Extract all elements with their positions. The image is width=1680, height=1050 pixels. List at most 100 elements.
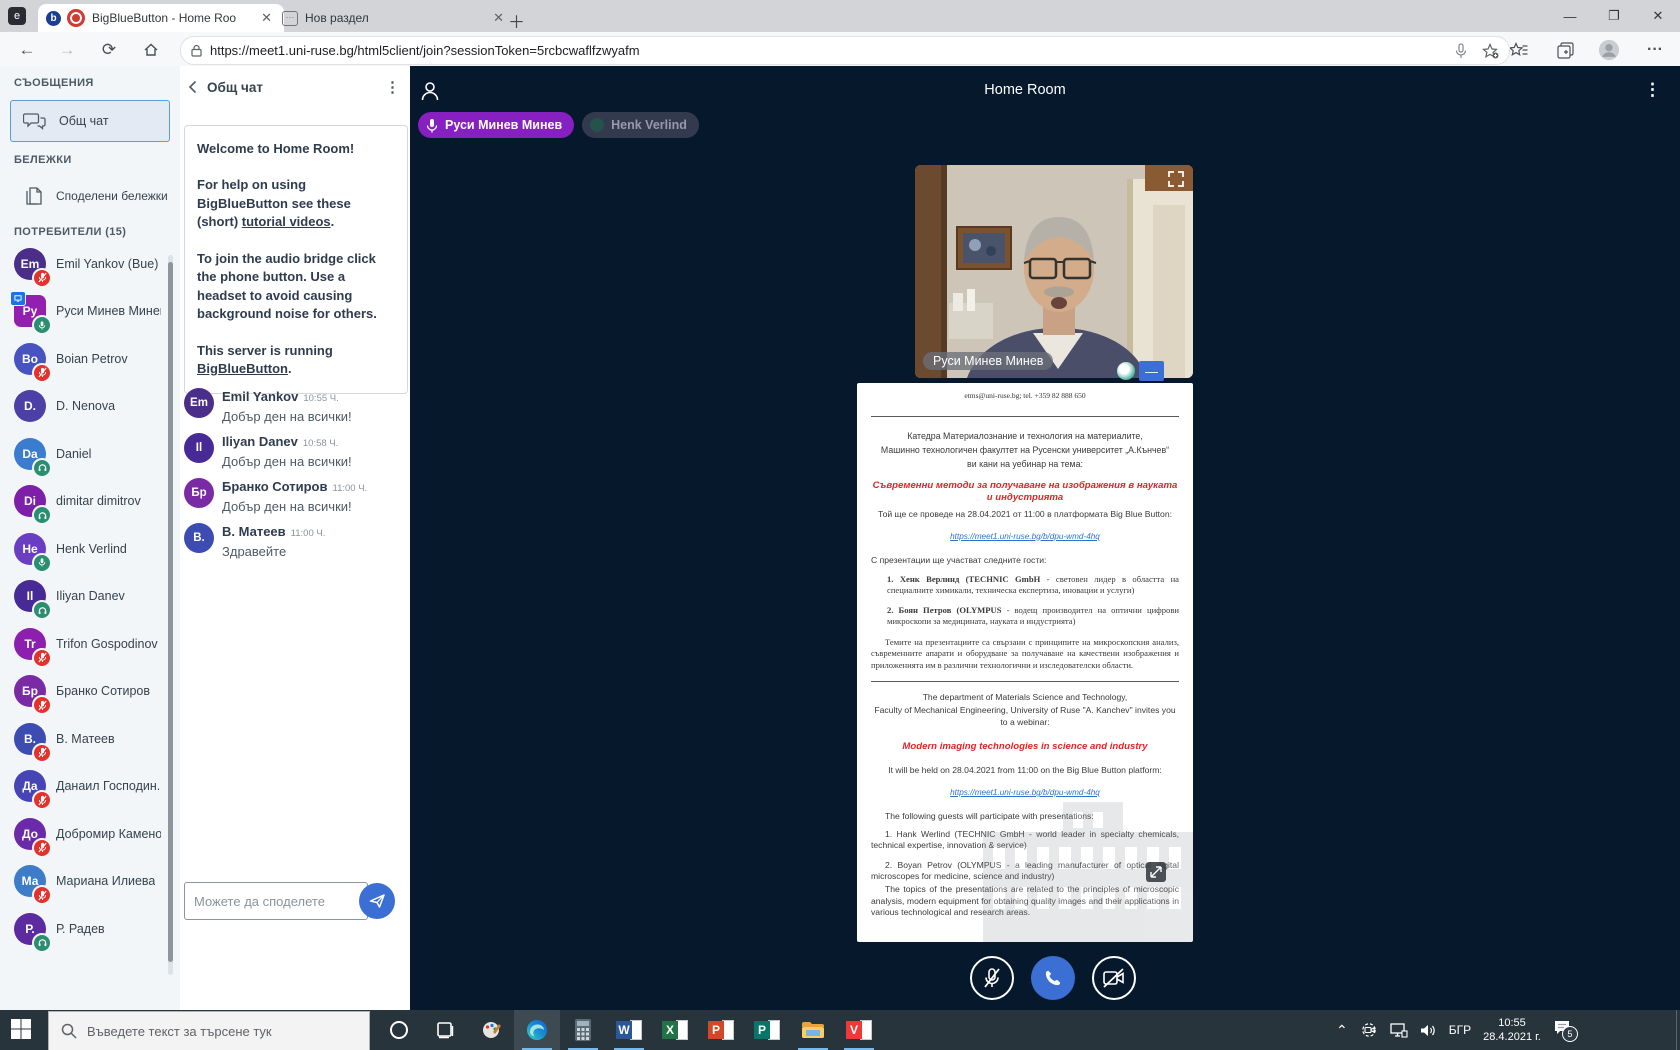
publisher-icon: P: [754, 1019, 780, 1041]
taskbar-app-cortana[interactable]: [376, 1010, 422, 1050]
taskbar-app-vivaldi[interactable]: V: [836, 1010, 882, 1050]
sidebar-item-public-chat[interactable]: Общ чат: [10, 100, 170, 142]
voice-search-icon[interactable]: [1454, 43, 1468, 59]
chat-input[interactable]: Можете да споделете: [184, 882, 368, 920]
active-mic-badge-icon: [32, 553, 52, 573]
fullscreen-icon[interactable]: [1168, 171, 1184, 192]
start-button[interactable]: [10, 1018, 32, 1045]
forward-button[interactable]: →: [56, 39, 78, 61]
tray-network-icon[interactable]: [1390, 1023, 1408, 1038]
calculator-icon: [573, 1018, 593, 1042]
taskbar-app-taskview[interactable]: [422, 1010, 468, 1050]
send-message-button[interactable]: [359, 883, 395, 919]
url-bar[interactable]: https://meet1.uni-ruse.bg/html5client/jo…: [180, 36, 1510, 65]
chat-title: Общ чат: [207, 80, 385, 95]
notification-center-icon[interactable]: 5: [1553, 1019, 1571, 1041]
new-tab-button[interactable]: ＋: [508, 8, 525, 33]
options-menu-icon[interactable]: ⋮: [1644, 80, 1661, 100]
tutorial-videos-link[interactable]: tutorial videos: [242, 214, 331, 229]
tab-new-tab[interactable]: ··· Нов раздел ✕: [274, 4, 516, 32]
active-mic-badge-icon: [32, 315, 52, 335]
tray-webcam-icon[interactable]: [1360, 1023, 1378, 1037]
user-list-item[interactable]: РуРуси Минев Минев: [0, 288, 176, 336]
share-webcam-button[interactable]: [1092, 956, 1136, 1000]
user-list-item[interactable]: BoBoian Petrov: [0, 335, 176, 383]
user-list-item[interactable]: В.В. Матеев: [0, 715, 176, 763]
user-list-item[interactable]: Didimitar dimitrov: [0, 478, 176, 526]
chat-message: EmEmil Yankov10:55 Ч.Добър ден на всички…: [184, 388, 404, 424]
send-icon: [369, 893, 386, 909]
browser-menu-icon[interactable]: ···: [1644, 39, 1666, 61]
user-list-scrollbar-thumb[interactable]: [168, 262, 173, 962]
avatar: В.: [184, 523, 214, 553]
shared-notes-label: Споделени бележки: [56, 189, 168, 203]
home-button[interactable]: [140, 39, 162, 61]
user-list-item[interactable]: HeHenk Verlind: [0, 525, 176, 573]
new-tab-favicon: ···: [282, 11, 298, 26]
doc-divider: [871, 681, 1179, 682]
taskbar-app-calculator[interactable]: [560, 1010, 606, 1050]
leave-audio-button[interactable]: [1031, 956, 1075, 1000]
avatar: Р.: [14, 913, 46, 945]
taskbar-app-paint[interactable]: [468, 1010, 514, 1050]
doc-bg-line3: ви кани на уебинар на тема:: [871, 459, 1179, 471]
user-list-item[interactable]: TrTrifon Gospodinov: [0, 620, 176, 668]
profile-avatar[interactable]: [1598, 39, 1620, 61]
avatar: Em: [14, 248, 46, 280]
avatar: Da: [14, 438, 46, 470]
sidebar-item-shared-notes[interactable]: Споделени бележки: [10, 176, 168, 216]
taskbar-search-box[interactable]: Въведете текст за търсене тук: [48, 1011, 370, 1050]
taskbar-app-powerpoint[interactable]: P: [698, 1010, 744, 1050]
window-restore-button[interactable]: ❐: [1592, 0, 1636, 32]
user-name: Мариана Илиева: [56, 874, 155, 888]
system-tray: ⌃ БГР 10:5528.4.2021 г. 5: [1336, 1010, 1571, 1050]
user-list-item[interactable]: DaDaniel: [0, 430, 176, 478]
window-close-button[interactable]: ✕: [1636, 0, 1680, 32]
speaker-pill-muted[interactable]: Henk Verlind: [582, 112, 699, 138]
taskbar-app-edge[interactable]: [514, 1010, 560, 1050]
tray-chevron-icon[interactable]: ⌃: [1336, 1022, 1348, 1039]
bigbluebutton-link[interactable]: BigBlueButton: [197, 361, 288, 376]
mute-button[interactable]: [970, 956, 1014, 1000]
muted-mic-badge-icon: [32, 695, 52, 715]
manage-users-icon[interactable]: [420, 80, 440, 107]
minimize-presentation-button[interactable]: —: [1139, 361, 1164, 381]
presentation-document[interactable]: etms@uni-ruse.bg; tel. +359 82 888 650 К…: [857, 383, 1193, 942]
doc-meeting-link[interactable]: https://meet1.uni-ruse.bg/b/dpu-wmd-4hq: [871, 532, 1179, 541]
message-time: 10:58 Ч.: [303, 438, 338, 449]
back-chevron-icon[interactable]: [188, 80, 197, 94]
tab-close-icon[interactable]: ✕: [489, 10, 508, 26]
user-list-item[interactable]: МаМариана Илиева: [0, 858, 176, 906]
speaker-pill-talking[interactable]: Руси Минев Минев: [418, 112, 574, 138]
resize-presentation-icon[interactable]: [1146, 862, 1166, 882]
tab-bigbluebutton[interactable]: b BigBlueButton - Home Roo ✕: [38, 4, 284, 32]
collections-icon[interactable]: [1554, 39, 1576, 61]
taskbar-app-word[interactable]: W: [606, 1010, 652, 1050]
user-name: Бранко Сотиров: [56, 684, 150, 698]
url-text: https://meet1.uni-ruse.bg/html5client/jo…: [210, 43, 1454, 58]
user-list-item[interactable]: IlIliyan Danev: [0, 573, 176, 621]
back-button[interactable]: ←: [16, 39, 38, 61]
taskbar-clock[interactable]: 10:5528.4.2021 г.: [1483, 1016, 1541, 1045]
webcam-video[interactable]: [915, 165, 1193, 378]
chat-options-icon[interactable]: ⋮: [385, 78, 400, 96]
muted-mic-badge-icon: [32, 363, 52, 383]
taskbar-app-publisher[interactable]: P: [744, 1010, 790, 1050]
show-desktop-divider[interactable]: [1676, 1010, 1677, 1050]
doc-contact-line: etms@uni-ruse.bg; tel. +359 82 888 650: [871, 391, 1179, 400]
refresh-button[interactable]: ⟳: [98, 39, 120, 61]
user-list-item[interactable]: ДоДобромир Каменов: [0, 810, 176, 858]
add-favorite-icon[interactable]: [1482, 43, 1499, 59]
taskbar-app-excel[interactable]: X: [652, 1010, 698, 1050]
tray-speaker-icon[interactable]: [1420, 1023, 1437, 1038]
user-list-item[interactable]: EmEmil Yankov (Bue): [0, 240, 176, 288]
favorites-icon[interactable]: [1508, 39, 1530, 61]
taskbar-app-explorer[interactable]: [790, 1010, 836, 1050]
user-list-item[interactable]: ДаДанаил Господин...: [0, 763, 176, 811]
language-indicator[interactable]: БГР: [1449, 1023, 1471, 1037]
window-minimize-button[interactable]: —: [1548, 0, 1592, 32]
user-list-item[interactable]: Р.Р. Радев: [0, 905, 176, 953]
user-list-item[interactable]: БрБранко Сотиров: [0, 668, 176, 716]
user-list-item[interactable]: D.D. Nenova: [0, 383, 176, 431]
user-name: Iliyan Danev: [56, 589, 125, 603]
